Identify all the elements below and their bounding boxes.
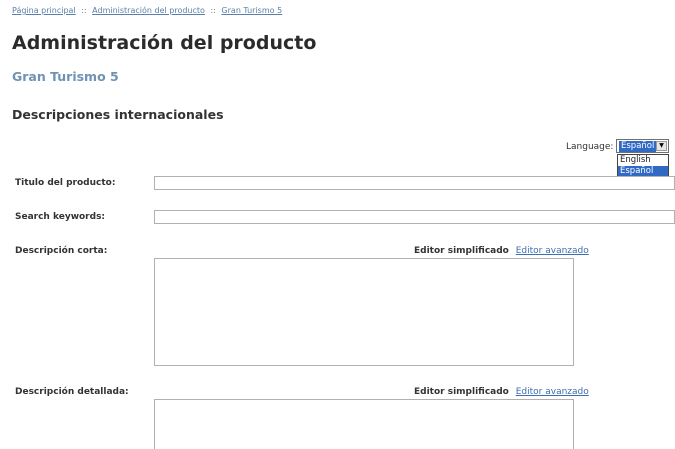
advanced-editor-link[interactable]: Editor avanzado [516,387,589,397]
detailed-description-editor-switch: Editor simplificado Editor avanzado [414,387,589,397]
page-title: Administración del producto [12,32,317,54]
language-select[interactable]: Español ▼ [616,139,669,153]
simple-editor-label: Editor simplificado [414,246,509,256]
detailed-description-label: Descripción detallada: [15,387,129,397]
product-name: Gran Turismo 5 [12,69,119,84]
language-option-english[interactable]: English [618,155,668,166]
product-title-label: Titulo del producto: [15,178,116,188]
short-description-label: Descripción corta: [15,246,108,256]
search-keywords-input[interactable] [154,210,675,224]
short-description-textarea[interactable] [154,258,574,366]
breadcrumb-separator: :: [210,6,216,15]
breadcrumb-home-link[interactable]: Página principal [12,6,76,15]
short-description-editor-switch: Editor simplificado Editor avanzado [414,246,589,256]
search-keywords-label: Search keywords: [15,212,106,222]
section-title: Descripciones internacionales [12,107,224,122]
breadcrumb: Página principal :: Administración del p… [12,6,282,15]
language-selected-value: Español [619,141,657,152]
advanced-editor-link[interactable]: Editor avanzado [516,246,589,256]
breadcrumb-product-admin-link[interactable]: Administración del producto [92,6,205,15]
product-title-input[interactable] [154,176,675,190]
simple-editor-label: Editor simplificado [414,387,509,397]
breadcrumb-separator: :: [81,6,87,15]
dropdown-arrow-icon[interactable]: ▼ [656,141,667,151]
language-label: Language: [566,142,614,152]
language-dropdown-list: English Español [617,154,669,178]
breadcrumb-product-link[interactable]: Gran Turismo 5 [221,6,282,15]
detailed-description-textarea[interactable] [154,399,574,449]
